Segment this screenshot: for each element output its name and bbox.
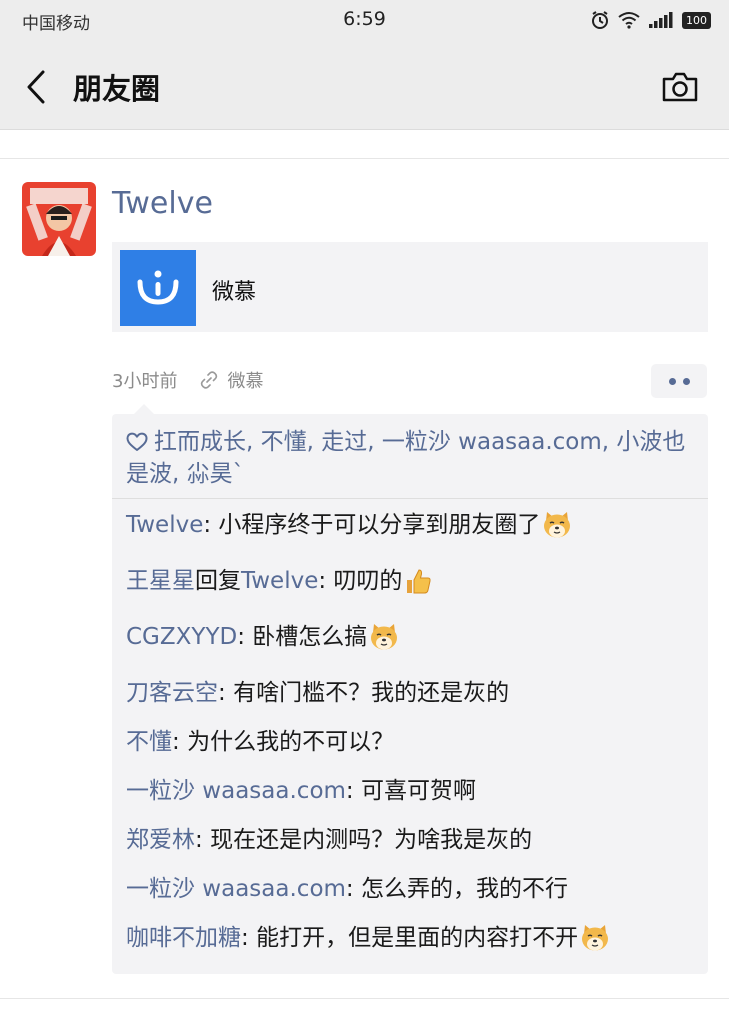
comment-item[interactable]: 王星星回复Twelve: 叨叨的 [126, 564, 696, 605]
comment-separator: : [318, 568, 334, 594]
divider [0, 998, 729, 999]
comment-item[interactable]: 刀客云空: 有啥门槛不？我的还是灰的 [126, 676, 696, 710]
divider [0, 158, 729, 159]
post-source-label: 微慕 [227, 371, 264, 392]
doge-emoji [369, 623, 399, 661]
doge-emoji [580, 924, 610, 962]
back-button[interactable] [18, 64, 54, 110]
divider [112, 498, 708, 499]
wifi-icon [618, 12, 640, 29]
share-thumbnail [120, 250, 196, 326]
comment-item[interactable]: 不懂: 为什么我的不可以？ [126, 725, 696, 759]
comment-text: 为什么我的不可以？ [187, 729, 395, 755]
comment-separator: : [345, 778, 361, 804]
comment-separator: : [241, 925, 257, 951]
chevron-left-icon [27, 70, 45, 104]
likes-names[interactable]: 扛而成长, 不懂, 走过, 一粒沙 waasaa.com, 小波也是波, 尛昊` [126, 429, 685, 487]
weimu-logo-icon [137, 270, 179, 305]
camera-icon [662, 72, 698, 102]
share-card-title: 微慕 [212, 280, 257, 305]
comment-item[interactable]: 一粒沙 waasaa.com: 怎么弄的，我的不行 [126, 872, 696, 906]
comment-text: 怎么弄的，我的不行 [360, 876, 568, 902]
doge-emoji [542, 511, 572, 549]
post-meta: 3小时前 微慕 [112, 366, 263, 394]
comment-author[interactable]: CGZXYYD [126, 624, 237, 650]
more-dot-icon [682, 377, 690, 385]
comment-separator: : [172, 729, 188, 755]
comment-text: 能打开，但是里面的内容打不开 [256, 925, 579, 951]
nav-bar: 朋友圈 [0, 44, 729, 130]
comment-separator: : [195, 827, 211, 853]
comment-text: 卧槽怎么搞 [252, 624, 368, 650]
comment-text: 可喜可贺啊 [360, 778, 476, 804]
comment-author[interactable]: Twelve [126, 512, 203, 538]
avatar-image-icon [22, 182, 96, 256]
comment-text: 小程序终于可以分享到朋友圈了 [218, 512, 541, 538]
status-icons: 100 [590, 9, 711, 31]
comment-author[interactable]: 一粒沙 waasaa.com [126, 876, 346, 902]
comment-item[interactable]: Twelve: 小程序终于可以分享到朋友圈了 [126, 508, 696, 549]
more-dot-icon [668, 377, 676, 385]
avatar[interactable] [22, 182, 96, 256]
comment-author[interactable]: 不懂 [126, 729, 172, 755]
reply-label: 回复 [195, 568, 241, 594]
comment-separator: : [218, 680, 234, 706]
post-time: 3小时前 [112, 371, 178, 392]
thumbs-up-emoji [404, 567, 432, 605]
camera-button[interactable] [659, 66, 701, 108]
comment-reply-to[interactable]: Twelve [241, 568, 318, 594]
comment-author[interactable]: 郑爱林 [126, 827, 195, 853]
more-actions-button[interactable] [651, 364, 707, 398]
post-source[interactable]: 微慕 [199, 367, 263, 393]
share-card[interactable]: 微慕 [112, 242, 708, 332]
comment-separator: : [237, 624, 253, 650]
comment-separator: : [203, 512, 219, 538]
comment-author[interactable]: 王星星 [126, 568, 195, 594]
comment-author[interactable]: 一粒沙 waasaa.com [126, 778, 346, 804]
likes-list: 扛而成长, 不懂, 走过, 一粒沙 waasaa.com, 小波也是波, 尛昊` [126, 426, 696, 490]
comment-text: 有啥门槛不？我的还是灰的 [233, 680, 510, 706]
post-author[interactable]: Twelve [112, 186, 213, 221]
comment-item[interactable]: 一粒沙 waasaa.com: 可喜可贺啊 [126, 774, 696, 808]
comment-author[interactable]: 刀客云空 [126, 680, 218, 706]
link-icon [201, 371, 218, 389]
comment-author[interactable]: 咖啡不加糖 [126, 925, 241, 951]
page-title: 朋友圈 [73, 72, 161, 106]
comment-text: 叨叨的 [333, 568, 403, 594]
battery-indicator: 100 [682, 11, 711, 29]
heart-icon [126, 432, 148, 451]
interaction-box: 扛而成长, 不懂, 走过, 一粒沙 waasaa.com, 小波也是波, 尛昊`… [112, 404, 708, 977]
alarm-icon [592, 11, 608, 29]
signal-icon [649, 12, 673, 28]
status-bar: 中国移动 6:59 100 [0, 0, 729, 44]
comment-item[interactable]: CGZXYYD: 卧槽怎么搞 [126, 620, 696, 661]
comment-separator: : [345, 876, 361, 902]
comment-item[interactable]: 郑爱林: 现在还是内测吗？为啥我是灰的 [126, 823, 696, 857]
comment-text: 现在还是内测吗？为啥我是灰的 [210, 827, 533, 853]
comment-item[interactable]: 咖啡不加糖: 能打开，但是里面的内容打不开 [126, 921, 696, 962]
comments-list: Twelve: 小程序终于可以分享到朋友圈了 王星星回复Twelve: 叨叨的 CG… [126, 508, 696, 977]
